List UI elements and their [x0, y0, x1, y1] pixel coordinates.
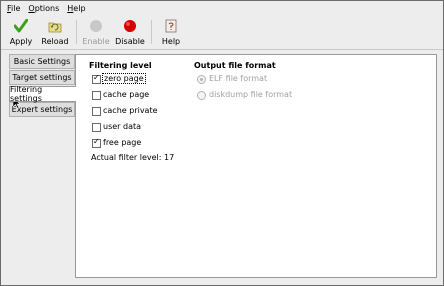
- menu-help-label: elp: [73, 4, 86, 13]
- tab-filtering-settings-label: Filtering settings: [10, 85, 43, 103]
- help-button[interactable]: Help: [155, 18, 187, 48]
- checkmark-icon: ✓: [93, 73, 100, 82]
- toolbar-separator: [76, 20, 77, 44]
- zero-page-label[interactable]: zero page: [102, 73, 146, 84]
- actual-filter-level: Actual filter level: 17: [91, 153, 175, 162]
- toolbar-separator: [151, 20, 152, 44]
- menu-help[interactable]: Help: [67, 4, 85, 13]
- app-window: File Options Help Apply Reload Enable Di…: [0, 0, 444, 286]
- reload-button-label: Reload: [41, 37, 69, 46]
- checkmark-icon: [14, 19, 28, 33]
- toolbar: Apply Reload Enable Disable Help: [1, 16, 443, 50]
- tab-target-settings[interactable]: Target settings: [9, 70, 75, 85]
- menu-file[interactable]: File: [7, 4, 20, 13]
- diskdump-format-label[interactable]: diskdump file format: [209, 90, 292, 99]
- help-button-label: Help: [161, 37, 181, 46]
- user-data-label[interactable]: user data: [103, 122, 141, 131]
- reload-folder-icon: [48, 22, 62, 33]
- tab-basic-settings-label: Basic Settings: [13, 57, 71, 66]
- tab-target-settings-label: Target settings: [12, 73, 72, 82]
- disable-button-label: Disable: [115, 37, 145, 46]
- user-data-checkbox[interactable]: [92, 123, 101, 132]
- filtering-settings-panel: Filtering level ✓ zero page cache page c…: [75, 54, 437, 278]
- radio-selected-dot: [200, 78, 203, 81]
- filtering-level-heading: Filtering level: [89, 61, 152, 70]
- help-document-icon: [165, 19, 177, 33]
- apply-button-label: Apply: [9, 37, 33, 46]
- apply-button[interactable]: Apply: [5, 18, 37, 48]
- tab-filtering-settings[interactable]: Filtering settings: [9, 85, 76, 103]
- enable-circle-icon: [90, 20, 102, 32]
- disable-circle-icon: [124, 20, 136, 32]
- cache-page-label[interactable]: cache page: [103, 90, 149, 99]
- cache-private-checkbox[interactable]: [92, 107, 101, 116]
- enable-button-label: Enable: [82, 37, 110, 46]
- zero-page-checkbox[interactable]: ✓: [92, 73, 101, 84]
- free-page-checkbox[interactable]: ✓: [92, 137, 101, 148]
- diskdump-format-radio[interactable]: [197, 91, 206, 100]
- zero-page-label-text: zero page: [102, 73, 146, 84]
- output-format-heading: Output file format: [194, 61, 276, 70]
- disable-button[interactable]: Disable: [113, 18, 147, 48]
- elf-format-radio[interactable]: [197, 75, 206, 84]
- reload-button[interactable]: Reload: [39, 18, 71, 48]
- cache-page-checkbox[interactable]: [92, 91, 101, 100]
- menu-options-label: ptions: [34, 4, 60, 13]
- menu-options[interactable]: Options: [28, 4, 59, 13]
- menubar: File Options Help: [1, 1, 443, 16]
- tab-basic-settings[interactable]: Basic Settings: [9, 54, 75, 69]
- checkmark-icon: ✓: [93, 137, 100, 146]
- menu-file-label: ile: [11, 4, 21, 13]
- enable-button[interactable]: Enable: [80, 18, 112, 48]
- elf-format-label[interactable]: ELF file format: [209, 74, 267, 83]
- free-page-label[interactable]: free page: [103, 138, 141, 147]
- cache-private-label[interactable]: cache private: [103, 106, 158, 115]
